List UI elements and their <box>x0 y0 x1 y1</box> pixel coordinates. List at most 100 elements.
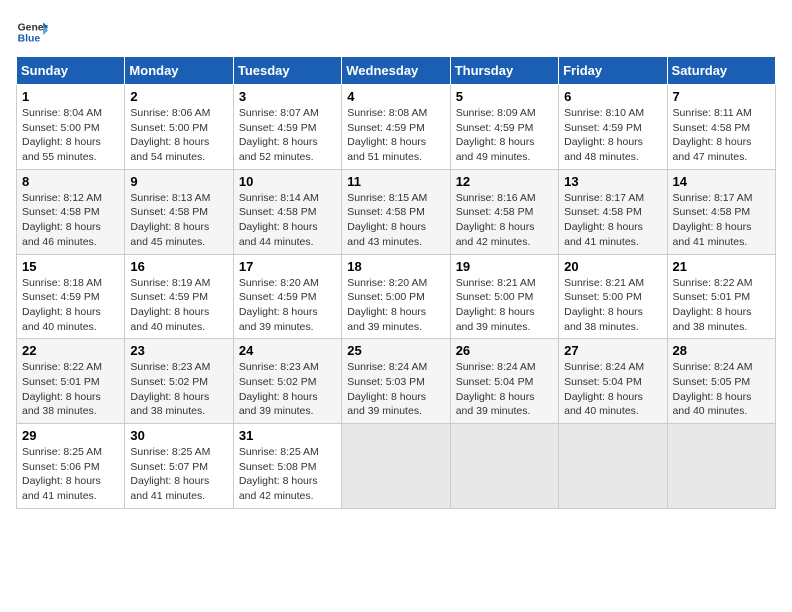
logo-icon: General Blue <box>16 16 48 48</box>
day-info: Sunrise: 8:19 AM Sunset: 4:59 PM Dayligh… <box>130 276 227 335</box>
day-number: 1 <box>22 89 119 104</box>
day-cell: 1 Sunrise: 8:04 AM Sunset: 5:00 PM Daylig… <box>17 85 125 170</box>
day-number: 7 <box>673 89 770 104</box>
day-number: 15 <box>22 259 119 274</box>
day-cell: 3 Sunrise: 8:07 AM Sunset: 4:59 PM Daylig… <box>233 85 341 170</box>
day-cell: 9 Sunrise: 8:13 AM Sunset: 4:58 PM Daylig… <box>125 169 233 254</box>
col-header-saturday: Saturday <box>667 57 775 85</box>
day-cell: 15 Sunrise: 8:18 AM Sunset: 4:59 PM Dayli… <box>17 254 125 339</box>
day-info: Sunrise: 8:06 AM Sunset: 5:00 PM Dayligh… <box>130 106 227 165</box>
calendar-body: 1 Sunrise: 8:04 AM Sunset: 5:00 PM Daylig… <box>17 85 776 509</box>
day-number: 25 <box>347 343 444 358</box>
day-info: Sunrise: 8:21 AM Sunset: 5:00 PM Dayligh… <box>564 276 661 335</box>
day-cell: 18 Sunrise: 8:20 AM Sunset: 5:00 PM Dayli… <box>342 254 450 339</box>
day-number: 9 <box>130 174 227 189</box>
day-number: 29 <box>22 428 119 443</box>
day-cell: 13 Sunrise: 8:17 AM Sunset: 4:58 PM Dayli… <box>559 169 667 254</box>
day-cell: 29 Sunrise: 8:25 AM Sunset: 5:06 PM Dayli… <box>17 424 125 509</box>
day-info: Sunrise: 8:24 AM Sunset: 5:05 PM Dayligh… <box>673 360 770 419</box>
day-info: Sunrise: 8:25 AM Sunset: 5:06 PM Dayligh… <box>22 445 119 504</box>
day-info: Sunrise: 8:20 AM Sunset: 4:59 PM Dayligh… <box>239 276 336 335</box>
header: General Blue <box>16 16 776 48</box>
day-cell: 30Sunrise: 8:25 AM Sunset: 5:07 PM Dayli… <box>125 424 233 509</box>
week-row-1: 1 Sunrise: 8:04 AM Sunset: 5:00 PM Daylig… <box>17 85 776 170</box>
day-cell: 26 Sunrise: 8:24 AM Sunset: 5:04 PM Dayli… <box>450 339 558 424</box>
week-row-5: 29 Sunrise: 8:25 AM Sunset: 5:06 PM Dayli… <box>17 424 776 509</box>
day-info: Sunrise: 8:13 AM Sunset: 4:58 PM Dayligh… <box>130 191 227 250</box>
day-number: 28 <box>673 343 770 358</box>
day-number: 27 <box>564 343 661 358</box>
day-number: 10 <box>239 174 336 189</box>
day-cell: 17 Sunrise: 8:20 AM Sunset: 4:59 PM Dayli… <box>233 254 341 339</box>
day-number: 11 <box>347 174 444 189</box>
day-info: Sunrise: 8:18 AM Sunset: 4:59 PM Dayligh… <box>22 276 119 335</box>
day-cell <box>559 424 667 509</box>
day-cell: 2 Sunrise: 8:06 AM Sunset: 5:00 PM Daylig… <box>125 85 233 170</box>
day-cell: 20Sunrise: 8:21 AM Sunset: 5:00 PM Dayli… <box>559 254 667 339</box>
svg-text:Blue: Blue <box>18 34 41 45</box>
logo: General Blue <box>16 16 48 48</box>
day-info: Sunrise: 8:20 AM Sunset: 5:00 PM Dayligh… <box>347 276 444 335</box>
col-header-friday: Friday <box>559 57 667 85</box>
day-cell <box>667 424 775 509</box>
day-info: Sunrise: 8:16 AM Sunset: 4:58 PM Dayligh… <box>456 191 553 250</box>
day-number: 22 <box>22 343 119 358</box>
day-info: Sunrise: 8:14 AM Sunset: 4:58 PM Dayligh… <box>239 191 336 250</box>
day-cell: 23Sunrise: 8:23 AM Sunset: 5:02 PM Dayli… <box>125 339 233 424</box>
day-cell: 12 Sunrise: 8:16 AM Sunset: 4:58 PM Dayli… <box>450 169 558 254</box>
day-cell: 14Sunrise: 8:17 AM Sunset: 4:58 PM Dayli… <box>667 169 775 254</box>
week-row-2: 8Sunrise: 8:12 AM Sunset: 4:58 PM Daylig… <box>17 169 776 254</box>
calendar-header-row: SundayMondayTuesdayWednesdayThursdayFrid… <box>17 57 776 85</box>
day-info: Sunrise: 8:24 AM Sunset: 5:04 PM Dayligh… <box>456 360 553 419</box>
day-cell: 21 Sunrise: 8:22 AM Sunset: 5:01 PM Dayli… <box>667 254 775 339</box>
day-number: 26 <box>456 343 553 358</box>
day-info: Sunrise: 8:10 AM Sunset: 4:59 PM Dayligh… <box>564 106 661 165</box>
day-cell: 31 Sunrise: 8:25 AM Sunset: 5:08 PM Dayli… <box>233 424 341 509</box>
col-header-monday: Monday <box>125 57 233 85</box>
day-cell: 7 Sunrise: 8:11 AM Sunset: 4:58 PM Daylig… <box>667 85 775 170</box>
day-number: 16 <box>130 259 227 274</box>
day-cell: 11 Sunrise: 8:15 AM Sunset: 4:58 PM Dayli… <box>342 169 450 254</box>
day-number: 12 <box>456 174 553 189</box>
day-cell: 24Sunrise: 8:23 AM Sunset: 5:02 PM Dayli… <box>233 339 341 424</box>
day-cell: 6 Sunrise: 8:10 AM Sunset: 4:59 PM Daylig… <box>559 85 667 170</box>
day-cell: 4Sunrise: 8:08 AM Sunset: 4:59 PM Daylig… <box>342 85 450 170</box>
day-info: Sunrise: 8:25 AM Sunset: 5:08 PM Dayligh… <box>239 445 336 504</box>
day-info: Sunrise: 8:12 AM Sunset: 4:58 PM Dayligh… <box>22 191 119 250</box>
day-number: 13 <box>564 174 661 189</box>
week-row-4: 22 Sunrise: 8:22 AM Sunset: 5:01 PM Dayli… <box>17 339 776 424</box>
day-cell: 25 Sunrise: 8:24 AM Sunset: 5:03 PM Dayli… <box>342 339 450 424</box>
day-cell: 27 Sunrise: 8:24 AM Sunset: 5:04 PM Dayli… <box>559 339 667 424</box>
col-header-tuesday: Tuesday <box>233 57 341 85</box>
day-number: 3 <box>239 89 336 104</box>
day-info: Sunrise: 8:23 AM Sunset: 5:02 PM Dayligh… <box>239 360 336 419</box>
day-cell: 19Sunrise: 8:21 AM Sunset: 5:00 PM Dayli… <box>450 254 558 339</box>
day-info: Sunrise: 8:07 AM Sunset: 4:59 PM Dayligh… <box>239 106 336 165</box>
day-info: Sunrise: 8:21 AM Sunset: 5:00 PM Dayligh… <box>456 276 553 335</box>
day-info: Sunrise: 8:22 AM Sunset: 5:01 PM Dayligh… <box>673 276 770 335</box>
day-number: 2 <box>130 89 227 104</box>
day-cell: 5Sunrise: 8:09 AM Sunset: 4:59 PM Daylig… <box>450 85 558 170</box>
day-number: 6 <box>564 89 661 104</box>
day-number: 17 <box>239 259 336 274</box>
day-cell: 16 Sunrise: 8:19 AM Sunset: 4:59 PM Dayli… <box>125 254 233 339</box>
day-info: Sunrise: 8:04 AM Sunset: 5:00 PM Dayligh… <box>22 106 119 165</box>
day-number: 21 <box>673 259 770 274</box>
day-info: Sunrise: 8:17 AM Sunset: 4:58 PM Dayligh… <box>673 191 770 250</box>
col-header-sunday: Sunday <box>17 57 125 85</box>
day-info: Sunrise: 8:24 AM Sunset: 5:03 PM Dayligh… <box>347 360 444 419</box>
day-info: Sunrise: 8:11 AM Sunset: 4:58 PM Dayligh… <box>673 106 770 165</box>
week-row-3: 15 Sunrise: 8:18 AM Sunset: 4:59 PM Dayli… <box>17 254 776 339</box>
day-info: Sunrise: 8:09 AM Sunset: 4:59 PM Dayligh… <box>456 106 553 165</box>
day-number: 18 <box>347 259 444 274</box>
day-info: Sunrise: 8:23 AM Sunset: 5:02 PM Dayligh… <box>130 360 227 419</box>
day-cell <box>450 424 558 509</box>
day-info: Sunrise: 8:22 AM Sunset: 5:01 PM Dayligh… <box>22 360 119 419</box>
day-info: Sunrise: 8:24 AM Sunset: 5:04 PM Dayligh… <box>564 360 661 419</box>
col-header-wednesday: Wednesday <box>342 57 450 85</box>
day-number: 31 <box>239 428 336 443</box>
day-cell <box>342 424 450 509</box>
day-info: Sunrise: 8:17 AM Sunset: 4:58 PM Dayligh… <box>564 191 661 250</box>
day-info: Sunrise: 8:15 AM Sunset: 4:58 PM Dayligh… <box>347 191 444 250</box>
day-cell: 22 Sunrise: 8:22 AM Sunset: 5:01 PM Dayli… <box>17 339 125 424</box>
